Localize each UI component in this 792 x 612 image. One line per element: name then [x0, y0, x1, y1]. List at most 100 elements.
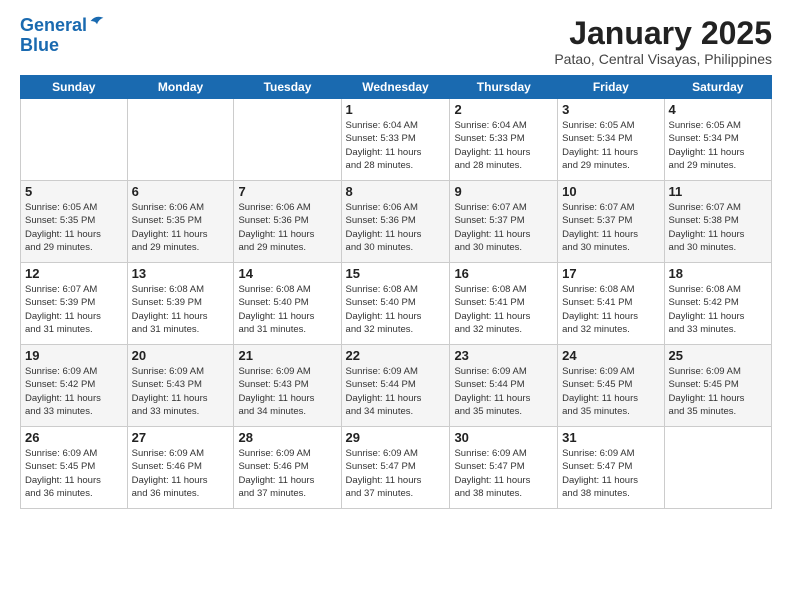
cal-cell: 24 Sunrise: 6:09 AM Sunset: 5:45 PM Dayli…	[558, 345, 664, 427]
cell-info: Sunrise: 6:08 AM Sunset: 5:42 PM Dayligh…	[669, 283, 767, 336]
cell-info: Sunrise: 6:09 AM Sunset: 5:44 PM Dayligh…	[346, 365, 446, 418]
cal-cell: 20 Sunrise: 6:09 AM Sunset: 5:43 PM Dayli…	[127, 345, 234, 427]
header-row: Sunday Monday Tuesday Wednesday Thursday…	[21, 76, 772, 99]
cal-cell: 11 Sunrise: 6:07 AM Sunset: 5:38 PM Dayli…	[664, 181, 771, 263]
cell-info: Sunrise: 6:05 AM Sunset: 5:34 PM Dayligh…	[562, 119, 659, 172]
cal-cell: 10 Sunrise: 6:07 AM Sunset: 5:37 PM Dayli…	[558, 181, 664, 263]
cell-info: Sunrise: 6:09 AM Sunset: 5:46 PM Dayligh…	[132, 447, 230, 500]
cal-cell: 22 Sunrise: 6:09 AM Sunset: 5:44 PM Dayli…	[341, 345, 450, 427]
title-block: January 2025 Patao, Central Visayas, Phi…	[554, 16, 772, 67]
day-number: 31	[562, 430, 659, 445]
header-tuesday: Tuesday	[234, 76, 341, 99]
header: General Blue January 2025 Patao, Central…	[20, 16, 772, 67]
cal-cell: 16 Sunrise: 6:08 AM Sunset: 5:41 PM Dayli…	[450, 263, 558, 345]
page: General Blue January 2025 Patao, Central…	[0, 0, 792, 612]
week-row-2: 5 Sunrise: 6:05 AM Sunset: 5:35 PM Daylig…	[21, 181, 772, 263]
day-number: 4	[669, 102, 767, 117]
cell-info: Sunrise: 6:09 AM Sunset: 5:44 PM Dayligh…	[454, 365, 553, 418]
cell-info: Sunrise: 6:07 AM Sunset: 5:37 PM Dayligh…	[562, 201, 659, 254]
cal-cell: 5 Sunrise: 6:05 AM Sunset: 5:35 PM Daylig…	[21, 181, 128, 263]
cell-info: Sunrise: 6:07 AM Sunset: 5:38 PM Dayligh…	[669, 201, 767, 254]
cal-cell: 29 Sunrise: 6:09 AM Sunset: 5:47 PM Dayli…	[341, 427, 450, 509]
cal-cell: 3 Sunrise: 6:05 AM Sunset: 5:34 PM Daylig…	[558, 99, 664, 181]
cal-cell	[21, 99, 128, 181]
day-number: 22	[346, 348, 446, 363]
day-number: 23	[454, 348, 553, 363]
day-number: 2	[454, 102, 553, 117]
cell-info: Sunrise: 6:06 AM Sunset: 5:36 PM Dayligh…	[346, 201, 446, 254]
header-friday: Friday	[558, 76, 664, 99]
day-number: 21	[238, 348, 336, 363]
cell-info: Sunrise: 6:09 AM Sunset: 5:42 PM Dayligh…	[25, 365, 123, 418]
day-number: 18	[669, 266, 767, 281]
cal-cell: 18 Sunrise: 6:08 AM Sunset: 5:42 PM Dayli…	[664, 263, 771, 345]
cal-cell: 1 Sunrise: 6:04 AM Sunset: 5:33 PM Daylig…	[341, 99, 450, 181]
day-number: 25	[669, 348, 767, 363]
day-number: 7	[238, 184, 336, 199]
cal-cell: 19 Sunrise: 6:09 AM Sunset: 5:42 PM Dayli…	[21, 345, 128, 427]
cal-cell: 25 Sunrise: 6:09 AM Sunset: 5:45 PM Dayli…	[664, 345, 771, 427]
header-thursday: Thursday	[450, 76, 558, 99]
cell-info: Sunrise: 6:06 AM Sunset: 5:35 PM Dayligh…	[132, 201, 230, 254]
cell-info: Sunrise: 6:07 AM Sunset: 5:39 PM Dayligh…	[25, 283, 123, 336]
calendar-title: January 2025	[554, 16, 772, 51]
cal-cell: 14Sunrise: 6:08 AM Sunset: 5:40 PM Dayli…	[234, 263, 341, 345]
cal-cell: 8Sunrise: 6:06 AM Sunset: 5:36 PM Daylig…	[341, 181, 450, 263]
cell-info: Sunrise: 6:09 AM Sunset: 5:45 PM Dayligh…	[669, 365, 767, 418]
cell-info: Sunrise: 6:08 AM Sunset: 5:40 PM Dayligh…	[238, 283, 336, 336]
cell-info: Sunrise: 6:06 AM Sunset: 5:36 PM Dayligh…	[238, 201, 336, 254]
day-number: 1	[346, 102, 446, 117]
cal-cell: 9 Sunrise: 6:07 AM Sunset: 5:37 PM Daylig…	[450, 181, 558, 263]
day-number: 3	[562, 102, 659, 117]
cal-cell: 28 Sunrise: 6:09 AM Sunset: 5:46 PM Dayli…	[234, 427, 341, 509]
cal-cell: 15Sunrise: 6:08 AM Sunset: 5:40 PM Dayli…	[341, 263, 450, 345]
cal-cell: 6Sunrise: 6:06 AM Sunset: 5:35 PM Daylig…	[127, 181, 234, 263]
cell-info: Sunrise: 6:09 AM Sunset: 5:45 PM Dayligh…	[562, 365, 659, 418]
header-monday: Monday	[127, 76, 234, 99]
week-row-1: 1 Sunrise: 6:04 AM Sunset: 5:33 PM Daylig…	[21, 99, 772, 181]
day-number: 20	[132, 348, 230, 363]
day-number: 29	[346, 430, 446, 445]
cell-info: Sunrise: 6:07 AM Sunset: 5:37 PM Dayligh…	[454, 201, 553, 254]
day-number: 26	[25, 430, 123, 445]
week-row-4: 19 Sunrise: 6:09 AM Sunset: 5:42 PM Dayli…	[21, 345, 772, 427]
cell-info: Sunrise: 6:05 AM Sunset: 5:35 PM Dayligh…	[25, 201, 123, 254]
calendar-subtitle: Patao, Central Visayas, Philippines	[554, 51, 772, 67]
day-number: 30	[454, 430, 553, 445]
header-sunday: Sunday	[21, 76, 128, 99]
day-number: 28	[238, 430, 336, 445]
cal-cell: 13Sunrise: 6:08 AM Sunset: 5:39 PM Dayli…	[127, 263, 234, 345]
cal-cell	[664, 427, 771, 509]
cal-cell	[127, 99, 234, 181]
cal-cell: 27Sunrise: 6:09 AM Sunset: 5:46 PM Dayli…	[127, 427, 234, 509]
week-row-3: 12Sunrise: 6:07 AM Sunset: 5:39 PM Dayli…	[21, 263, 772, 345]
day-number: 16	[454, 266, 553, 281]
cell-info: Sunrise: 6:09 AM Sunset: 5:46 PM Dayligh…	[238, 447, 336, 500]
cell-info: Sunrise: 6:09 AM Sunset: 5:47 PM Dayligh…	[346, 447, 446, 500]
cell-info: Sunrise: 6:04 AM Sunset: 5:33 PM Dayligh…	[454, 119, 553, 172]
day-number: 24	[562, 348, 659, 363]
cell-info: Sunrise: 6:08 AM Sunset: 5:41 PM Dayligh…	[454, 283, 553, 336]
cal-cell: 21Sunrise: 6:09 AM Sunset: 5:43 PM Dayli…	[234, 345, 341, 427]
day-number: 10	[562, 184, 659, 199]
cell-info: Sunrise: 6:09 AM Sunset: 5:43 PM Dayligh…	[132, 365, 230, 418]
cal-cell: 26Sunrise: 6:09 AM Sunset: 5:45 PM Dayli…	[21, 427, 128, 509]
logo-text-blue: Blue	[20, 36, 105, 56]
cal-cell: 23 Sunrise: 6:09 AM Sunset: 5:44 PM Dayli…	[450, 345, 558, 427]
cal-cell: 12Sunrise: 6:07 AM Sunset: 5:39 PM Dayli…	[21, 263, 128, 345]
cal-cell: 17Sunrise: 6:08 AM Sunset: 5:41 PM Dayli…	[558, 263, 664, 345]
cal-cell: 31 Sunrise: 6:09 AM Sunset: 5:47 PM Dayli…	[558, 427, 664, 509]
cell-info: Sunrise: 6:09 AM Sunset: 5:47 PM Dayligh…	[562, 447, 659, 500]
day-number: 9	[454, 184, 553, 199]
day-number: 11	[669, 184, 767, 199]
cal-cell: 30Sunrise: 6:09 AM Sunset: 5:47 PM Dayli…	[450, 427, 558, 509]
cal-cell	[234, 99, 341, 181]
header-saturday: Saturday	[664, 76, 771, 99]
day-number: 19	[25, 348, 123, 363]
cell-info: Sunrise: 6:04 AM Sunset: 5:33 PM Dayligh…	[346, 119, 446, 172]
day-number: 5	[25, 184, 123, 199]
day-number: 15	[346, 266, 446, 281]
cal-cell: 2 Sunrise: 6:04 AM Sunset: 5:33 PM Daylig…	[450, 99, 558, 181]
cal-cell: 7 Sunrise: 6:06 AM Sunset: 5:36 PM Daylig…	[234, 181, 341, 263]
day-number: 13	[132, 266, 230, 281]
